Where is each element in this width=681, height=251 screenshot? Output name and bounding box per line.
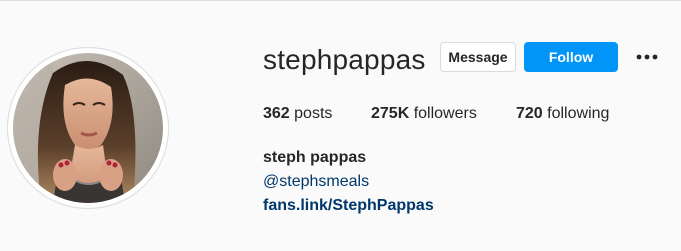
avatar-ring[interactable] (7, 47, 169, 209)
posts-label: posts (294, 105, 333, 122)
following-stat[interactable]: 720 following (516, 104, 609, 124)
followers-stat[interactable]: 275K followers (371, 104, 477, 124)
top-divider (0, 0, 681, 1)
bio-link[interactable]: fans.link/StephPappas (263, 196, 434, 216)
following-count: 720 (516, 105, 543, 122)
posts-count: 362 (263, 105, 290, 122)
more-options-button[interactable] (632, 46, 662, 68)
following-label: following (547, 105, 610, 122)
avatar-image (13, 53, 163, 203)
profile-full-name: steph pappas (263, 149, 367, 166)
posts-stat: 362 posts (263, 104, 332, 124)
follow-button[interactable]: Follow (524, 42, 618, 72)
profile-username: stephpappas (263, 44, 426, 75)
bio-handle[interactable]: @stephsmeals (263, 172, 369, 192)
followers-label: followers (413, 105, 477, 122)
ellipsis-icon (636, 54, 658, 60)
message-button[interactable]: Message (440, 42, 516, 72)
followers-count: 275K (371, 105, 410, 122)
avatar[interactable] (13, 53, 163, 203)
